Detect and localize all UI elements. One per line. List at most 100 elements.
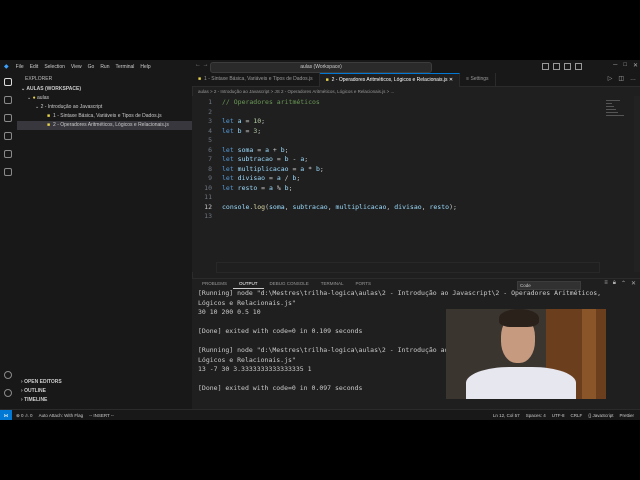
run-code-icon[interactable]: ▷ — [608, 73, 613, 86]
editor-tabs: ■ 1 - Sintaxe Básica, Variáveis e Tipos d… — [192, 73, 640, 87]
js-file-icon: ■ — [47, 113, 51, 119]
minimap[interactable] — [606, 100, 626, 140]
manage-gear-icon[interactable] — [4, 389, 12, 397]
activity-bar — [0, 73, 18, 409]
tab-ports[interactable]: PORTS — [350, 279, 377, 289]
tab-terminal[interactable]: TERMINAL — [315, 279, 350, 289]
language-mode[interactable]: {} JavaScript — [588, 413, 613, 418]
explorer-icon[interactable] — [4, 78, 12, 86]
code-line[interactable]: let b = 3; — [222, 127, 261, 135]
split-editor-icon[interactable]: ◫ — [618, 73, 624, 86]
search-icon[interactable] — [4, 96, 12, 104]
encoding[interactable]: UTF-8 — [552, 413, 565, 418]
menu-help[interactable]: Help — [137, 64, 153, 70]
folder-intro-js[interactable]: ⌄ 2 - Introdução ao Javascript — [17, 103, 192, 112]
folder-aulas[interactable]: ⌄ ● aulas — [17, 94, 192, 103]
line-number: 7 — [208, 155, 212, 163]
file-item[interactable]: ■ 1 - Sintaxe Básica, Variáveis e Tipos d… — [17, 112, 192, 121]
line-number: 13 — [204, 212, 212, 220]
code-line[interactable]: let a = 10; — [222, 117, 265, 125]
close-icon[interactable]: ✕ — [633, 62, 638, 69]
menu-bar: File Edit Selection View Go Run Terminal… — [13, 64, 154, 70]
file-item-selected[interactable]: ■ 2 - Operadores Aritméticos, Lógicos e R… — [17, 121, 192, 130]
nav-arrows[interactable]: ← → — [195, 62, 209, 68]
line-number: 12 — [204, 202, 212, 211]
current-line-highlight — [216, 262, 600, 273]
js-file-icon: ■ — [198, 76, 202, 82]
close-icon[interactable]: ✕ — [449, 77, 453, 83]
remote-icon[interactable] — [4, 168, 12, 176]
code-line[interactable]: console.log(soma, subtracao, multiplicac… — [222, 203, 457, 211]
prettier-status[interactable]: Prettier — [619, 413, 634, 418]
run-debug-icon[interactable] — [4, 132, 12, 140]
account-icon[interactable] — [4, 371, 12, 379]
outline-section[interactable]: › OUTLINE — [17, 387, 192, 396]
tab-sintaxe[interactable]: ■ 1 - Sintaxe Básica, Variáveis e Tipos d… — [192, 73, 320, 86]
minimize-icon[interactable]: ─ — [613, 62, 617, 69]
workspace-header[interactable]: ⌄ AULAS (WORKSPACE) — [17, 85, 192, 94]
line-number: 5 — [208, 136, 212, 144]
breadcrumb[interactable]: aulas > 2 - Introdução ao Javascript > J… — [192, 87, 640, 96]
tab-output[interactable]: OUTPUT — [233, 279, 264, 289]
tab-settings[interactable]: ≡ Settings — [460, 73, 496, 86]
close-panel-icon[interactable]: ✕ — [631, 280, 636, 287]
code-line[interactable]: let subtracao = b - a; — [222, 155, 308, 163]
line-number: 9 — [208, 174, 212, 182]
command-center[interactable]: aulas (Workspace) — [210, 62, 432, 73]
menu-go[interactable]: Go — [85, 64, 98, 70]
line-number: 10 — [204, 183, 212, 192]
tab-operadores[interactable]: ■ 2 - Operadores Aritméticos, Lógicos e R… — [319, 73, 461, 87]
line-number: 2 — [208, 107, 212, 116]
line-ending[interactable]: CRLF — [570, 413, 582, 418]
panel-controls: ≡ 🔒︎ ⌃ ✕ — [604, 280, 636, 287]
explorer-title: EXPLORER — [25, 76, 53, 82]
source-control-icon[interactable] — [4, 114, 12, 122]
menu-run[interactable]: Run — [97, 64, 112, 70]
maximize-panel-icon[interactable]: ⌃ — [621, 280, 626, 287]
lock-icon[interactable]: 🔒︎ — [613, 280, 616, 287]
menu-view[interactable]: View — [68, 64, 85, 70]
problems-count[interactable]: ⊗ 0 ⚠ 0 — [16, 413, 33, 419]
menu-terminal[interactable]: Terminal — [113, 64, 138, 70]
line-number: 11 — [204, 193, 212, 201]
line-number: 3 — [208, 117, 212, 125]
timeline-section[interactable]: › TIMELINE — [17, 396, 192, 405]
remote-indicator-icon[interactable]: ⋈ — [0, 410, 12, 420]
status-bar: ⋈ ⊗ 0 ⚠ 0 Auto Attach: With Flag -- INSE… — [0, 409, 640, 420]
vim-mode: -- INSERT -- — [89, 413, 114, 418]
line-number: 6 — [208, 145, 212, 154]
line-number: 8 — [208, 164, 212, 173]
window-controls[interactable]: ─ □ ✕ — [613, 62, 638, 69]
maximize-icon[interactable]: □ — [623, 62, 627, 69]
menu-selection[interactable]: Selection — [41, 64, 68, 70]
code-line[interactable]: let divisao = a / b; — [222, 174, 300, 182]
filter-icon[interactable]: ≡ — [604, 280, 608, 287]
editor-scrollbar[interactable] — [634, 96, 640, 272]
more-actions-icon[interactable]: … — [630, 73, 636, 86]
js-file-icon: ■ — [325, 77, 329, 83]
cursor-position[interactable]: Ln 12, Col 57 — [493, 413, 520, 418]
webcam-overlay — [446, 309, 606, 399]
title-bar: ◆ File Edit Selection View Go Run Termin… — [0, 60, 640, 74]
code-editor[interactable]: 1 2 3 4 5 6 7 8 9 10 11 12 13 // Operadores aritméti… — [192, 96, 640, 273]
line-number: 1 — [208, 98, 212, 106]
vscode-logo-icon: ◆ — [4, 64, 9, 70]
code-line[interactable]: // Operadores aritméticos — [222, 98, 320, 106]
code-line[interactable]: let multiplicacao = a * b; — [222, 165, 324, 173]
menu-edit[interactable]: Edit — [27, 64, 42, 70]
code-line[interactable]: let resto = a % b; — [222, 184, 293, 192]
explorer-sidebar: EXPLORER ⌄ AULAS (WORKSPACE) ⌄ ● aulas ⌄… — [17, 73, 193, 409]
layout-controls[interactable] — [542, 63, 582, 70]
tab-problems[interactable]: PROBLEMS — [196, 279, 233, 289]
extensions-icon[interactable] — [4, 150, 12, 158]
tab-debug-console[interactable]: DEBUG CONSOLE — [264, 279, 315, 289]
line-number: 4 — [208, 126, 212, 135]
output-line: Lógicos e Relacionais.js" — [198, 298, 296, 307]
open-editors-section[interactable]: › OPEN EDITORS — [17, 378, 192, 387]
js-file-icon: ■ — [47, 122, 51, 128]
auto-attach[interactable]: Auto Attach: With Flag — [39, 413, 84, 418]
code-line[interactable]: let soma = a + b; — [222, 146, 289, 154]
menu-file[interactable]: File — [13, 64, 27, 70]
editor-actions: ▷ ◫ … — [608, 73, 636, 86]
indentation[interactable]: Spaces: 4 — [526, 413, 546, 418]
